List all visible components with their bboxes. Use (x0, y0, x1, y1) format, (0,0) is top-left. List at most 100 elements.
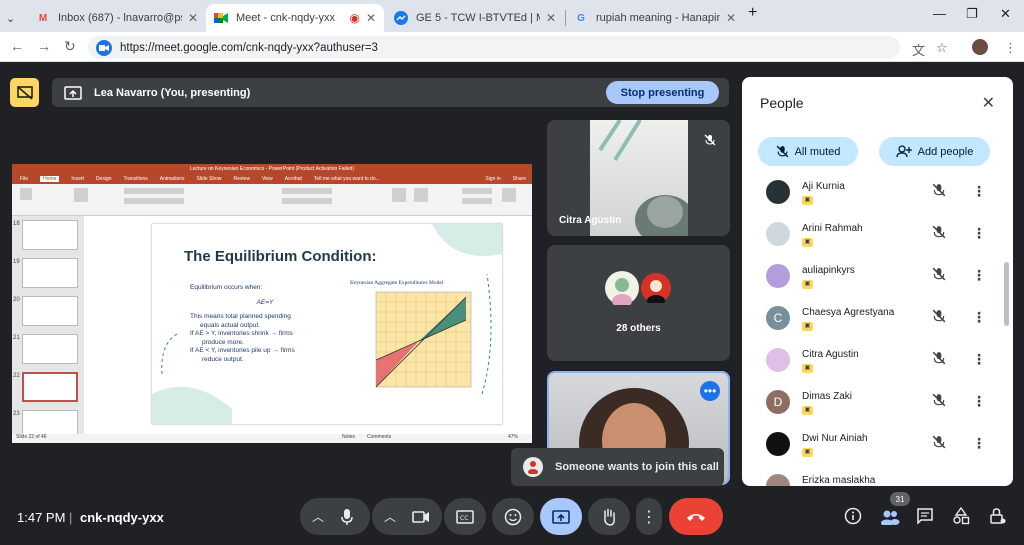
people-panel: People ✕ All muted Add people Aji Kurnia… (742, 77, 1013, 486)
more-horizontal-icon: ••• (703, 384, 717, 398)
mic-off-icon[interactable] (932, 225, 946, 239)
more-vertical-icon[interactable]: ⋮ (972, 435, 986, 452)
add-people-button[interactable]: Add people (879, 137, 990, 166)
raise-hand-button[interactable] (588, 498, 630, 535)
slide-thumbnail[interactable] (22, 296, 78, 326)
mic-off-icon (704, 134, 716, 146)
panel-title: People (760, 95, 804, 111)
url-field[interactable]: https://meet.google.com/cnk-nqdy-yxx?aut… (88, 36, 900, 59)
tab-google-search[interactable]: G rupiah meaning - Hanapin sa G ✕ (566, 4, 744, 32)
join-request-notification[interactable]: Someone wants to join this call (511, 448, 724, 486)
ppt-window-title: Lecture on Keynesian Economics - PowerPo… (12, 164, 532, 174)
new-tab-button[interactable]: + (748, 4, 757, 22)
chevron-up-icon[interactable]: ︿ (384, 508, 396, 525)
slide-thumbnail[interactable] (22, 334, 78, 364)
more-vertical-icon[interactable]: ⋮ (972, 225, 986, 242)
hand-icon (604, 508, 615, 526)
meeting-time: 1:47 PM (17, 510, 66, 525)
activities-icon[interactable] (952, 507, 970, 525)
others-count: 28 others (616, 323, 661, 334)
host-controls-icon[interactable] (988, 507, 1006, 525)
ppt-status-bar: Slide 22 of 46 Notes Comments 47% (12, 434, 532, 443)
info-icon[interactable] (844, 507, 862, 525)
list-item[interactable]: Erizka maslakha (742, 469, 1013, 486)
mic-off-icon[interactable] (932, 309, 946, 323)
more-vertical-icon[interactable]: ⋮ (972, 183, 986, 200)
scrollbar[interactable] (1004, 262, 1009, 326)
more-vertical-icon[interactable]: ⋮ (972, 393, 986, 410)
people-icon[interactable] (880, 509, 900, 525)
close-window-button[interactable]: ✕ (1000, 6, 1011, 22)
tab-search-button[interactable]: ⌄ (6, 4, 26, 32)
present-screen-icon (552, 509, 570, 524)
slide-thumbnail[interactable] (22, 220, 78, 250)
presenter-badge-icon: ▣ (802, 322, 813, 331)
bookmark-star-icon[interactable]: ☆ (936, 40, 948, 56)
list-item[interactable]: Dwi Nur Ainiah ▣ ⋮ (742, 427, 1013, 469)
captions-button[interactable]: CC (444, 498, 486, 535)
mic-off-icon[interactable] (932, 351, 946, 365)
join-request-text: Someone wants to join this call (555, 461, 719, 473)
meeting-code: cnk-nqdy-yxx (80, 510, 164, 525)
participant-tile-citra[interactable]: Citra Agustin (547, 120, 730, 236)
more-options-button[interactable]: ••• (700, 381, 720, 401)
others-tile[interactable]: 28 others (547, 245, 730, 361)
reload-button[interactable]: ↻ (64, 38, 76, 55)
browser-tab-bar: ⌄ M Inbox (687) - lnavarro@psu.edu ✕ Mee… (0, 0, 1024, 32)
video-camera-icon[interactable] (412, 510, 430, 524)
keynesian-diagram (375, 291, 472, 388)
leave-call-button[interactable] (669, 498, 723, 535)
tab-messenger[interactable]: GE 5 - TCW I-BTVTEd | Messeng ✕ (386, 4, 564, 32)
profile-avatar[interactable] (972, 39, 988, 55)
list-item[interactable]: C Chaesya Agrestyana ▣ ⋮ (742, 301, 1013, 343)
camera-control: ︿ (372, 498, 442, 535)
slide-thumbnail-selected[interactable] (22, 372, 78, 402)
chat-icon[interactable] (916, 507, 934, 525)
more-vertical-icon[interactable]: ⋮ (972, 351, 986, 368)
restore-button[interactable]: ❐ (966, 6, 978, 22)
list-item[interactable]: D Dimas Zaki ▣ ⋮ (742, 385, 1013, 427)
mic-off-icon[interactable] (932, 183, 946, 197)
close-icon[interactable]: ✕ (546, 11, 556, 25)
avatar (766, 474, 790, 486)
avatar (605, 271, 639, 308)
more-vertical-icon[interactable]: ⋮ (972, 267, 986, 284)
emoji-button[interactable] (492, 498, 534, 535)
close-icon[interactable]: ✕ (366, 11, 376, 25)
list-item[interactable]: Citra Agustin ▣ ⋮ (742, 343, 1013, 385)
forward-button[interactable]: → (37, 38, 51, 54)
minimize-button[interactable]: — (933, 6, 946, 21)
more-vertical-icon: ⋮ (641, 508, 657, 526)
close-panel-button[interactable]: ✕ (982, 93, 995, 113)
all-muted-button[interactable]: All muted (758, 137, 858, 166)
gmail-icon: M (38, 12, 48, 24)
back-button[interactable]: ← (10, 38, 24, 54)
menu-kebab-icon[interactable]: ⋮ (1004, 40, 1017, 56)
tab-meet[interactable]: Meet - cnk-nqdy-yxx ◉ ✕ (206, 4, 384, 32)
close-icon: ✕ (981, 95, 995, 112)
chevron-up-icon[interactable]: ︿ (312, 508, 324, 525)
list-item[interactable]: auliapinkyrs ▣ ⋮ (742, 259, 1013, 301)
close-icon[interactable]: ✕ (726, 11, 736, 25)
close-icon[interactable]: ✕ (188, 11, 198, 25)
more-vertical-icon[interactable]: ⋮ (972, 309, 986, 326)
mic-off-icon[interactable] (932, 435, 946, 449)
mic-off-icon[interactable] (932, 267, 946, 281)
tab-gmail[interactable]: M Inbox (687) - lnavarro@psu.edu ✕ (28, 4, 206, 32)
more-options-button[interactable]: ⋮ (636, 498, 662, 535)
person-add-icon (896, 145, 912, 158)
list-item[interactable]: Arini Rahmah ▣ ⋮ (742, 217, 1013, 259)
slide-body: Equilibrium occurs when: AE=Y This means… (190, 284, 295, 363)
mic-icon[interactable] (340, 508, 354, 526)
list-item[interactable]: Aji Kurnia ▣ ⋮ (742, 175, 1013, 217)
slide-thumbnail[interactable] (22, 258, 78, 288)
chevron-down-icon: ⌄ (6, 12, 16, 25)
translate-icon[interactable]: 文 (912, 40, 925, 59)
stop-presenting-button[interactable]: Stop presenting (606, 81, 719, 104)
google-icon: G (577, 12, 585, 24)
present-button[interactable] (540, 498, 582, 535)
avatar (766, 222, 790, 246)
presentation-indicator[interactable] (10, 78, 39, 107)
avatar (639, 271, 673, 307)
mic-off-icon[interactable] (932, 393, 946, 407)
